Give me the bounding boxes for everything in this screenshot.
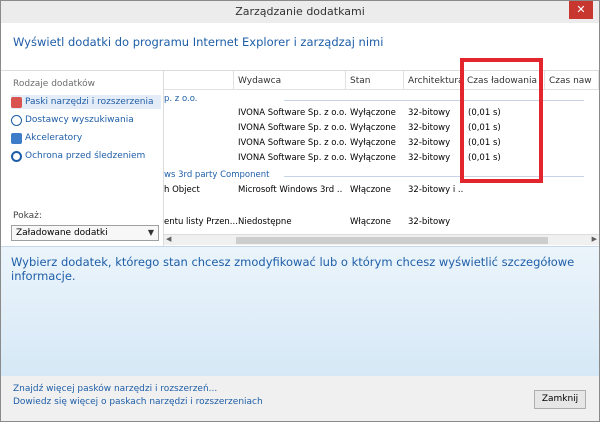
sidebar-heading: Rodzaje dodatków	[13, 79, 95, 89]
learn-more-toolbars-link[interactable]: Dowiedz się więcej o paskach narzędzi i …	[13, 397, 263, 407]
cell-status[interactable]: Włączone	[350, 217, 391, 227]
window-title: Zarządzanie dodatkami	[235, 5, 365, 18]
show-dropdown-value: Załadowane dodatki	[16, 228, 108, 238]
cell-name[interactable]: entu listy Przen...	[164, 217, 238, 227]
footer: Znajdź więcej pasków narzędzi i rozszerz…	[1, 376, 599, 421]
cell-arch[interactable]: 32-bitowy i ...	[408, 185, 463, 195]
column-header-status[interactable]: Stan	[346, 71, 404, 90]
show-label: Pokaż:	[13, 211, 42, 221]
cell-status[interactable]: Wyłączone	[350, 123, 396, 133]
column-header-publisher[interactable]: Wydawca	[234, 71, 346, 90]
cell-name[interactable]: h Object	[164, 185, 200, 195]
scroll-right-icon[interactable]: ▶	[592, 235, 597, 243]
search-icon	[11, 114, 22, 126]
header-text: Wyświetl dodatki do programu Internet Ex…	[13, 35, 384, 49]
cell-publisher[interactable]: IVONA Software Sp. z o.o.	[238, 153, 347, 163]
load-time-highlight-box	[460, 58, 543, 183]
sidebar-item-label: Paski narzędzi i rozszerzenia	[25, 97, 154, 107]
sidebar-item-tracking[interactable]: Ochrona przed śledzeniem	[11, 149, 145, 163]
cell-publisher[interactable]: IVONA Software Sp. z o.o.	[238, 108, 347, 118]
title-bar: Zarządzanie dodatkami ✕	[1, 1, 599, 23]
column-header-architecture[interactable]: Architektura	[404, 71, 464, 90]
column-header-nav-time[interactable]: Czas naw	[545, 71, 599, 90]
cell-arch[interactable]: 32-bitowy	[408, 153, 450, 163]
sidebar: Rodzaje dodatków Paski narzędzi i rozsze…	[1, 71, 164, 246]
group-label: p. z o.o.	[164, 94, 198, 104]
sidebar-item-label: Akceleratory	[25, 133, 83, 143]
cell-publisher[interactable]: Microsoft Windows 3rd ...	[238, 185, 343, 195]
sidebar-item-accelerators[interactable]: Akceleratory	[11, 131, 82, 145]
scrollbar-thumb[interactable]	[236, 237, 548, 244]
column-header-name[interactable]	[164, 71, 234, 90]
chevron-down-icon: ▼	[147, 228, 154, 237]
cell-status[interactable]: Wyłączone	[350, 108, 396, 118]
sidebar-item-search[interactable]: Dostawcy wyszukiwania	[11, 113, 134, 127]
scroll-left-icon[interactable]: ◀	[166, 235, 171, 243]
no-tracking-icon	[11, 150, 22, 162]
gear-icon	[11, 96, 22, 108]
details-text: Wybierz dodatek, którego stan chcesz zmo…	[11, 255, 575, 283]
horizontal-scrollbar[interactable]: ◀ ▶	[164, 234, 599, 245]
cell-arch[interactable]: 32-bitowy	[408, 138, 450, 148]
cell-status[interactable]: Wyłączone	[350, 153, 396, 163]
sidebar-item-label: Ochrona przed śledzeniem	[25, 151, 146, 161]
sidebar-item-label: Dostawcy wyszukiwania	[25, 115, 134, 125]
cell-arch[interactable]: 32-bitowy	[408, 108, 450, 118]
cell-arch[interactable]: 32-bitowy	[408, 123, 450, 133]
details-pane: Wybierz dodatek, którego stan chcesz zmo…	[1, 246, 599, 376]
close-button[interactable]: Zamknij	[534, 390, 586, 409]
cell-status[interactable]: Wyłączone	[350, 138, 396, 148]
find-more-toolbars-link[interactable]: Znajdź więcej pasków narzędzi i rozszerz…	[13, 384, 217, 394]
cell-publisher[interactable]: IVONA Software Sp. z o.o.	[238, 138, 347, 148]
cell-publisher[interactable]: Niedostępne	[238, 217, 292, 227]
accelerator-icon	[11, 132, 22, 144]
manage-addons-window: Zarządzanie dodatkami ✕ Wyświetl dodatki…	[0, 0, 600, 422]
cell-arch[interactable]: 32-bitowy	[408, 217, 450, 227]
cell-status[interactable]: Włączone	[350, 185, 391, 195]
group-label: ws 3rd party Component	[164, 170, 270, 180]
show-dropdown[interactable]: Załadowane dodatki ▼	[11, 225, 159, 241]
sidebar-item-toolbars[interactable]: Paski narzędzi i rozszerzenia	[11, 95, 161, 109]
cell-publisher[interactable]: IVONA Software Sp. z o.o.	[238, 123, 347, 133]
window-close-icon[interactable]: ✕	[569, 1, 593, 19]
